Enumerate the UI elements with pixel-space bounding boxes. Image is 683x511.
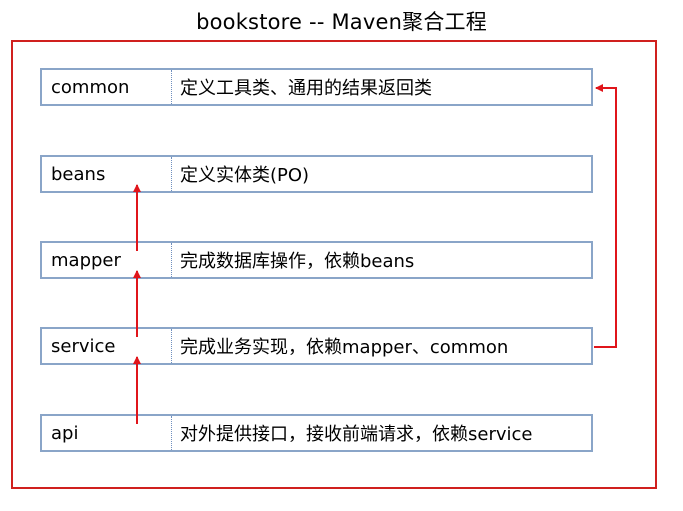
dependency-arrows (133, 84, 617, 424)
arrow-service-to-common (594, 84, 617, 348)
